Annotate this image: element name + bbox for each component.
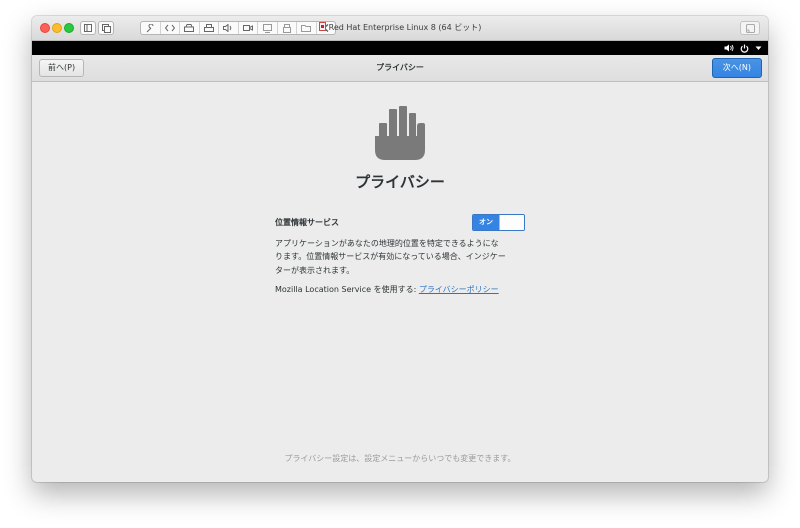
description-line: ります。位置情報サービスが有効になっている場合、インジケー [275, 252, 506, 262]
vm-window: Red Hat Enterprise Linux 8 (64 ビット) 前へ(P… [32, 16, 768, 482]
service-provider-text: Mozilla Location Service を使用する: [275, 285, 419, 294]
next-button[interactable]: 次へ(N) [711, 58, 762, 78]
caret-down-icon [755, 46, 762, 50]
setup-headerbar: 前へ(P) プライバシー 次へ(N) [32, 55, 768, 82]
description-line: ターが表示されます。 [275, 265, 355, 275]
page-heading: プライバシー [355, 173, 445, 191]
location-services-label: 位置情報サービス [275, 218, 339, 227]
location-services-description: アプリケーションがあなたの地理的位置を特定できるようにな ります。位置情報サービ… [275, 237, 531, 277]
description-line: アプリケーションがあなたの地理的位置を特定できるようにな [275, 239, 499, 248]
toggle-knob [499, 215, 524, 230]
footer-note: プライバシー設定は、設定メニューからいつでも変更できます。 [284, 454, 516, 463]
fullscreen-button[interactable] [740, 21, 760, 35]
location-service-provider: Mozilla Location Service を使用する: プライバシーポリ… [275, 284, 499, 295]
vm-titlebar: Red Hat Enterprise Linux 8 (64 ビット) [32, 16, 768, 41]
vm-window-title-text: Red Hat Enterprise Linux 8 (64 ビット) [328, 23, 482, 32]
power-icon [740, 44, 749, 53]
hand-stop-icon [375, 106, 425, 160]
location-services-toggle[interactable]: オン [472, 214, 525, 231]
privacy-policy-link[interactable]: プライバシーポリシー [419, 285, 499, 294]
system-menu[interactable] [724, 41, 762, 55]
vm-icon [318, 22, 326, 31]
header-title: プライバシー [376, 63, 424, 72]
fullscreen-icon [745, 23, 755, 33]
toggle-on-label: オン [473, 215, 499, 230]
vm-window-title: Red Hat Enterprise Linux 8 (64 ビット) [32, 21, 768, 35]
volume-icon [724, 44, 734, 52]
gnome-top-bar [32, 41, 768, 55]
